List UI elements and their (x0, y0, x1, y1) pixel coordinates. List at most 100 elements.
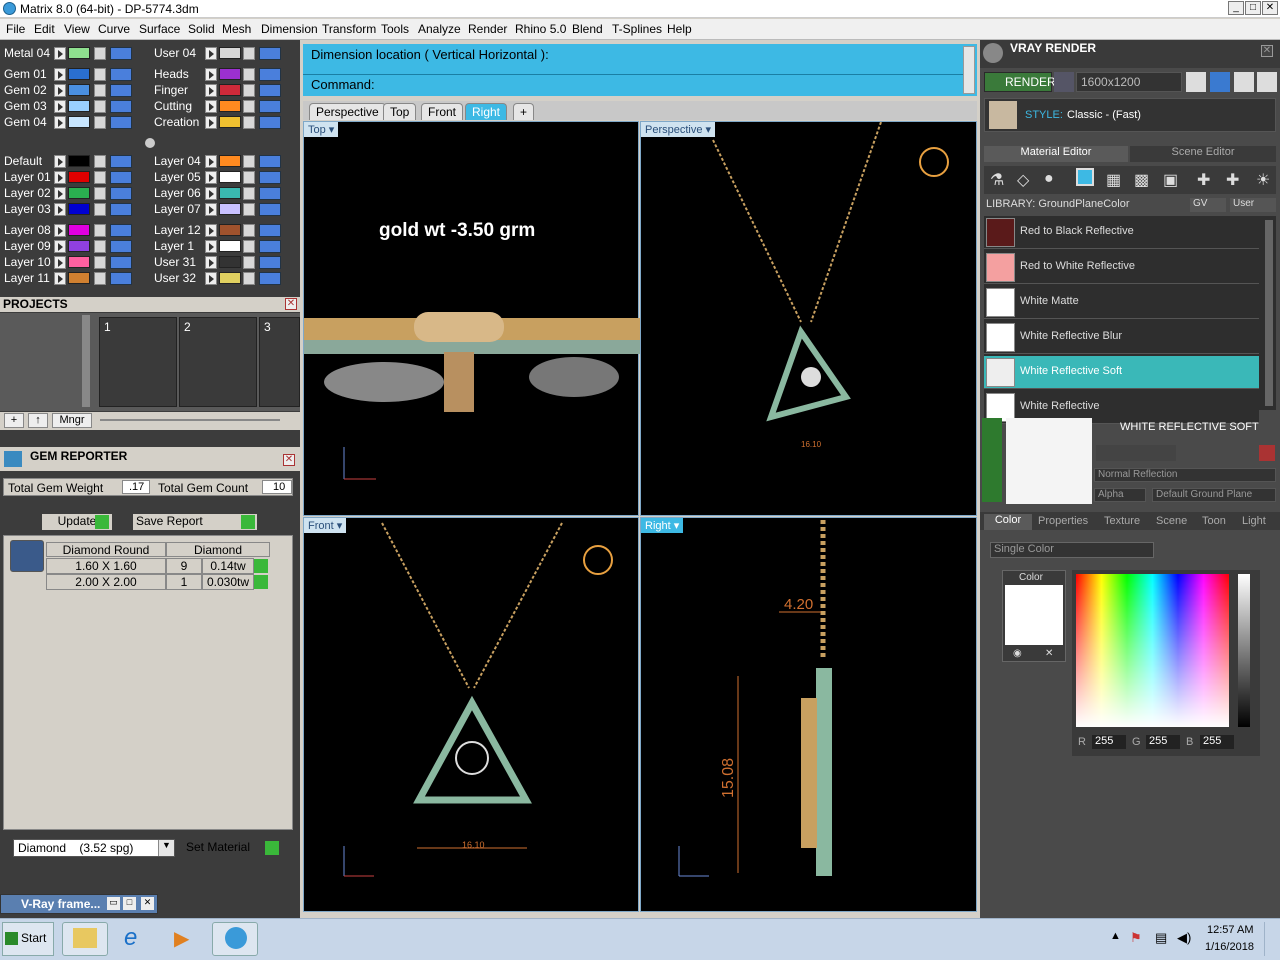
lock-icon[interactable] (94, 68, 106, 81)
flask-icon[interactable]: ⚗ (990, 170, 1004, 190)
layer-name[interactable]: Gem 02 (4, 83, 47, 97)
layer-color-swatch[interactable] (68, 47, 90, 59)
chevron-down-icon[interactable]: ▼ (158, 840, 174, 856)
layer-name[interactable]: User 32 (154, 271, 196, 285)
lock-icon[interactable] (243, 84, 255, 97)
lock-icon[interactable] (243, 240, 255, 253)
viewport-top[interactable]: Top ▾ gold wt -3.50 grm (303, 121, 640, 516)
chevron-right-icon[interactable] (205, 187, 217, 200)
close-icon[interactable]: ✕ (141, 897, 154, 910)
plane-icon[interactable] (1076, 168, 1094, 186)
up-project-button[interactable]: ↑ (28, 413, 48, 428)
layer-name[interactable]: Gem 01 (4, 67, 47, 81)
lock-icon[interactable] (243, 272, 255, 285)
chevron-right-icon[interactable] (54, 224, 66, 237)
lock-icon[interactable] (243, 47, 255, 60)
menu-help[interactable]: Help (667, 22, 692, 36)
gem-row-go-icon[interactable] (254, 559, 268, 573)
tab-material-editor[interactable]: Material Editor (984, 146, 1128, 162)
visibility-toggle[interactable] (110, 224, 132, 237)
grid-icon[interactable] (1257, 72, 1277, 92)
lock-icon[interactable] (243, 187, 255, 200)
lock-icon[interactable] (243, 155, 255, 168)
material-list-scrollbar[interactable] (1265, 220, 1273, 406)
layer-color-swatch[interactable] (219, 187, 241, 199)
show-desktop-button[interactable] (1264, 922, 1278, 956)
chevron-right-icon[interactable] (205, 171, 217, 184)
restore-icon[interactable]: ▭ (107, 897, 120, 910)
material-list-item[interactable]: Red to White Reflective (984, 251, 1259, 284)
alpha-field[interactable]: Alpha (1094, 488, 1146, 502)
lock-icon[interactable] (94, 116, 106, 129)
collapse-handle[interactable] (145, 138, 155, 148)
chevron-right-icon[interactable] (54, 203, 66, 216)
sphere-icon[interactable]: ● (1044, 170, 1054, 188)
layer-name[interactable]: User 31 (154, 255, 196, 269)
layer-color-swatch[interactable] (219, 116, 241, 128)
layer-color-swatch[interactable] (219, 203, 241, 215)
visibility-toggle[interactable] (259, 256, 281, 269)
layer-color-swatch[interactable] (219, 256, 241, 268)
chevron-right-icon[interactable] (54, 187, 66, 200)
chevron-right-icon[interactable] (54, 240, 66, 253)
viewport-right[interactable]: Right ▾ 15.08 4.20 (640, 517, 977, 912)
layer-name[interactable]: Layer 03 (4, 202, 51, 216)
layer-color-swatch[interactable] (68, 203, 90, 215)
layer-color-swatch[interactable] (68, 272, 90, 284)
projects-scrollbar[interactable] (82, 315, 90, 407)
visibility-toggle[interactable] (110, 84, 132, 97)
tab-scene[interactable]: Scene (1156, 515, 1187, 527)
gem-row-go-icon[interactable] (254, 575, 268, 589)
preview-collapse[interactable] (982, 418, 1002, 502)
chevron-right-icon[interactable] (54, 68, 66, 81)
color-mode-select[interactable]: Single Color (990, 542, 1154, 558)
chevron-right-icon[interactable] (54, 272, 66, 285)
lock-icon[interactable] (243, 100, 255, 113)
b-input[interactable]: 255 (1200, 735, 1234, 749)
visibility-toggle[interactable] (259, 187, 281, 200)
layer-color-swatch[interactable] (68, 256, 90, 268)
menu-transform[interactable]: Transform (322, 22, 376, 36)
chevron-right-icon[interactable] (205, 100, 217, 113)
menu-tools[interactable]: Tools (381, 22, 409, 36)
project-slot-2[interactable]: 2 (179, 317, 257, 407)
visibility-toggle[interactable] (110, 47, 132, 60)
project-slot-1[interactable]: 1 (99, 317, 177, 407)
media-player-taskbar-icon[interactable]: ▶ (162, 922, 208, 956)
visibility-toggle[interactable] (259, 84, 281, 97)
save-report-button[interactable]: Save Report (133, 514, 257, 530)
reflection-select[interactable]: Normal Reflection (1094, 468, 1276, 482)
layer-name[interactable]: User 04 (154, 46, 196, 60)
menu-rhino[interactable]: Rhino 5.0 (515, 22, 566, 36)
chevron-right-icon[interactable] (205, 47, 217, 60)
export-icon[interactable]: ✚ (1226, 170, 1239, 190)
visibility-toggle[interactable] (259, 203, 281, 216)
update-go-icon[interactable] (95, 515, 109, 529)
chevron-right-icon[interactable] (205, 256, 217, 269)
layer-name[interactable]: Layer 1 (154, 239, 194, 253)
resolution-select[interactable]: 1600x1200 (1076, 72, 1182, 92)
layer-name[interactable]: Heads (154, 67, 189, 81)
tab-light[interactable]: Light (1242, 515, 1266, 527)
layer-name[interactable]: Layer 10 (4, 255, 51, 269)
ground-plane-select[interactable]: Default Ground Plane (1152, 488, 1276, 502)
visibility-toggle[interactable] (259, 240, 281, 253)
layer-color-swatch[interactable] (219, 240, 241, 252)
visibility-toggle[interactable] (259, 68, 281, 81)
layer-name[interactable]: Layer 07 (154, 202, 201, 216)
ie-taskbar-icon[interactable]: e (114, 922, 160, 956)
layer-name[interactable]: Layer 06 (154, 186, 201, 200)
color-field[interactable] (1076, 574, 1229, 727)
menu-tsplines[interactable]: T-Splines (612, 22, 662, 36)
clear-color-icon[interactable]: ✕ (1045, 648, 1053, 659)
layer-color-swatch[interactable] (219, 47, 241, 59)
maximize-button[interactable]: □ (1245, 1, 1261, 15)
layer-color-swatch[interactable] (68, 171, 90, 183)
layer-color-swatch[interactable] (219, 68, 241, 80)
refresh-icon[interactable] (1259, 445, 1275, 461)
chevron-right-icon[interactable] (205, 155, 217, 168)
vray-frame-window[interactable]: V-Ray frame... ▭ □ ✕ (0, 894, 158, 914)
visibility-toggle[interactable] (110, 187, 132, 200)
list-icon[interactable] (1234, 72, 1254, 92)
visibility-toggle[interactable] (259, 47, 281, 60)
